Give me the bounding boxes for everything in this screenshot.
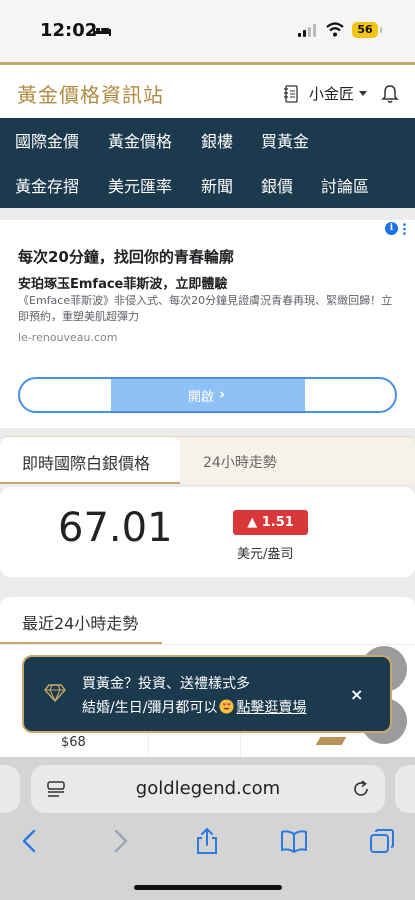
- share-icon[interactable]: [193, 827, 221, 855]
- chevron-right-icon: ›: [219, 385, 226, 403]
- battery-tip: [380, 27, 382, 33]
- home-indicator: [134, 885, 282, 890]
- battery-indicator: 56: [352, 22, 378, 38]
- trend-title[interactable]: 最近24小時走勢: [22, 610, 138, 634]
- nav-item-silver-price[interactable]: 銀價: [261, 173, 293, 197]
- promo-shop-link[interactable]: 點擊逛賣場: [236, 700, 306, 716]
- price-card: 67.01 ▲ 1.51 美元/盎司: [0, 487, 415, 577]
- price-change-badge: ▲ 1.51: [233, 510, 308, 535]
- reload-icon[interactable]: [351, 779, 371, 799]
- ad-open-button[interactable]: 開啟 ›: [18, 377, 397, 413]
- diamond-icon: [44, 684, 66, 702]
- forward-icon[interactable]: [106, 827, 134, 855]
- nav-item-forum[interactable]: 討論區: [321, 173, 369, 197]
- chart-y-label: $68: [61, 735, 86, 750]
- wifi-icon: [326, 22, 344, 37]
- address-bar[interactable]: goldlegend.com: [31, 765, 385, 813]
- nav-item-gold-passbook[interactable]: 黃金存摺: [15, 173, 79, 197]
- sleep-mode-icon: [93, 25, 111, 36]
- status-bar: 12:02 56: [0, 0, 415, 62]
- promo-line-2: 結婚/生日/彌月都可以 點擊逛賣場: [82, 697, 306, 717]
- trend-tab-underline: [0, 642, 162, 644]
- tab-24h-trend[interactable]: 24小時走勢: [203, 452, 277, 472]
- price-unit: 美元/盎司: [237, 547, 294, 562]
- status-time: 12:02: [40, 20, 98, 41]
- browser-bar: goldlegend.com: [0, 757, 415, 900]
- nav-item-jewelry-store[interactable]: 銀樓: [201, 128, 233, 152]
- ad-title[interactable]: 每次20分鐘，找回你的青春輪廓: [18, 246, 234, 267]
- promo-banner[interactable]: 買黃金？投資、送禮樣式多 結婚/生日/彌月都可以 點擊逛賣場 ×: [22, 655, 392, 733]
- bell-icon[interactable]: [381, 84, 399, 104]
- bookmarks-icon[interactable]: [280, 827, 308, 855]
- url-text[interactable]: goldlegend.com: [31, 778, 385, 799]
- user-menu-label[interactable]: 小金匠: [309, 83, 354, 104]
- nav-item-usd-rate[interactable]: 美元匯率: [108, 173, 172, 197]
- chart-decoration: [315, 737, 347, 745]
- nav-item-news[interactable]: 新聞: [201, 173, 233, 197]
- tabs-icon[interactable]: [368, 827, 396, 855]
- cellular-signal-icon: [298, 24, 316, 37]
- main-nav: 國際金價 黃金價格 銀樓 買黃金 黃金存摺 美元匯率 新聞 銀價 討論區: [0, 118, 415, 208]
- ad-info-icon[interactable]: i: [385, 222, 398, 235]
- ad-description: 《Emface菲斯波》非侵入式、每次20分鐘見證膚況青春再現、緊緻回歸！立即預約…: [18, 294, 393, 323]
- nav-item-buy-gold[interactable]: 買黃金: [261, 128, 309, 152]
- ad-banner[interactable]: i 每次20分鐘，找回你的青春輪廓 安珀琢玉Emface菲斯波，立即體驗 《Em…: [0, 220, 415, 428]
- tab-live-label: 即時國際白銀價格: [22, 454, 151, 473]
- nav-item-international-gold[interactable]: 國際金價: [15, 128, 79, 152]
- close-icon[interactable]: ×: [350, 685, 363, 704]
- nav-item-gold-price[interactable]: 黃金價格: [108, 128, 172, 152]
- trend-divider: [0, 644, 415, 645]
- ad-button-label: 開啟: [188, 390, 215, 405]
- promo-line-1: 買黃金？投資、送禮樣式多: [82, 676, 250, 692]
- nav-row-1: 國際金價 黃金價格 銀樓 買黃金: [0, 118, 415, 163]
- document-icon[interactable]: [283, 85, 299, 103]
- ad-subtitle[interactable]: 安珀琢玉Emface菲斯波，立即體驗: [18, 273, 227, 292]
- previous-tab-peek[interactable]: [0, 765, 20, 813]
- promo-line-2-text: 結婚/生日/彌月都可以: [82, 700, 218, 716]
- ad-domain: le-renouveau.com: [18, 331, 118, 344]
- site-header: 黃金價格資訊站 小金匠: [0, 62, 415, 118]
- site-title[interactable]: 黃金價格資訊站: [17, 79, 164, 108]
- next-tab-peek[interactable]: [395, 765, 415, 813]
- nav-row-2: 黃金存摺 美元匯率 新聞 銀價 討論區: [0, 163, 415, 208]
- price-value: 67.01: [58, 505, 173, 551]
- app-screen: 12:02 56 黃金價格資訊站 小金匠 國際金價 黃金價格 銀樓 買黃金 黃金…: [0, 0, 415, 900]
- caret-down-icon[interactable]: [359, 91, 367, 96]
- back-icon[interactable]: [16, 827, 44, 855]
- tab-live-silver-price[interactable]: 即時國際白銀價格: [0, 437, 180, 484]
- ad-more-icon[interactable]: [403, 223, 406, 235]
- heart-eyes-emoji-icon: [219, 699, 234, 714]
- price-tabs: 即時國際白銀價格 24小時走勢: [0, 436, 415, 484]
